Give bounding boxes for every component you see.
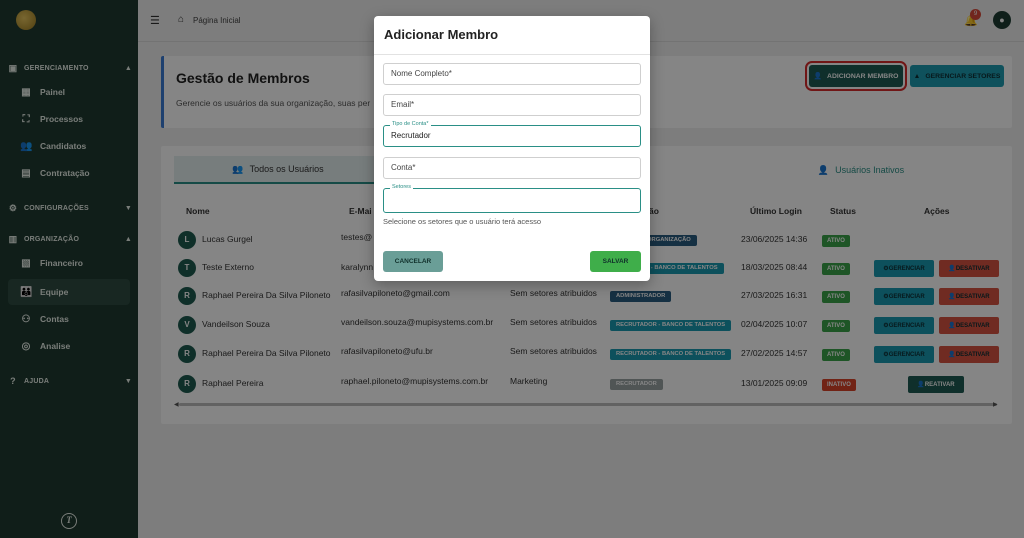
account-type-value: Recrutador <box>391 131 431 140</box>
sectors-select[interactable]: Setores <box>383 183 641 213</box>
full-name-field[interactable]: Nome Completo* <box>383 63 641 85</box>
divider <box>374 54 650 55</box>
dialog-title: Adicionar Membro <box>384 27 499 42</box>
sectors-helper-text: Selecione os setores que o usuário terá … <box>383 217 542 226</box>
account-type-label: Tipo de Conta* <box>390 120 431 129</box>
cancel-button[interactable]: CANCELAR <box>383 251 443 272</box>
account-type-select[interactable]: Tipo de Conta* Recrutador <box>383 120 641 147</box>
sectors-label: Setores <box>390 183 413 192</box>
add-member-dialog: Adicionar Membro Nome Completo* Email* T… <box>374 16 650 281</box>
email-field[interactable]: Email* <box>383 94 641 116</box>
account-field[interactable]: Conta* <box>383 157 641 179</box>
save-button[interactable]: SALVAR <box>590 251 641 272</box>
